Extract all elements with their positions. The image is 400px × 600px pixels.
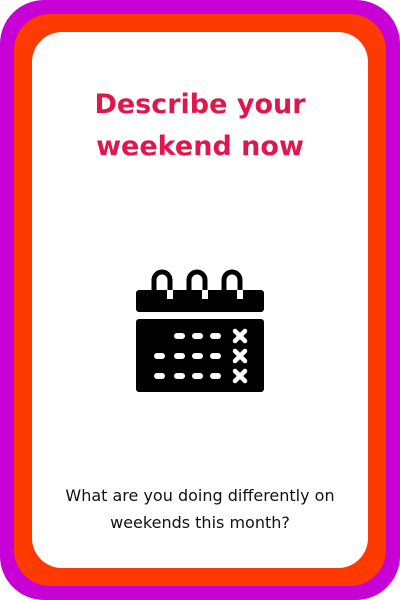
card-prompt: What are you doing differently on weeken… bbox=[65, 486, 335, 532]
calendar-icon bbox=[134, 264, 266, 396]
card-title: Describe your weekend now bbox=[94, 89, 306, 162]
